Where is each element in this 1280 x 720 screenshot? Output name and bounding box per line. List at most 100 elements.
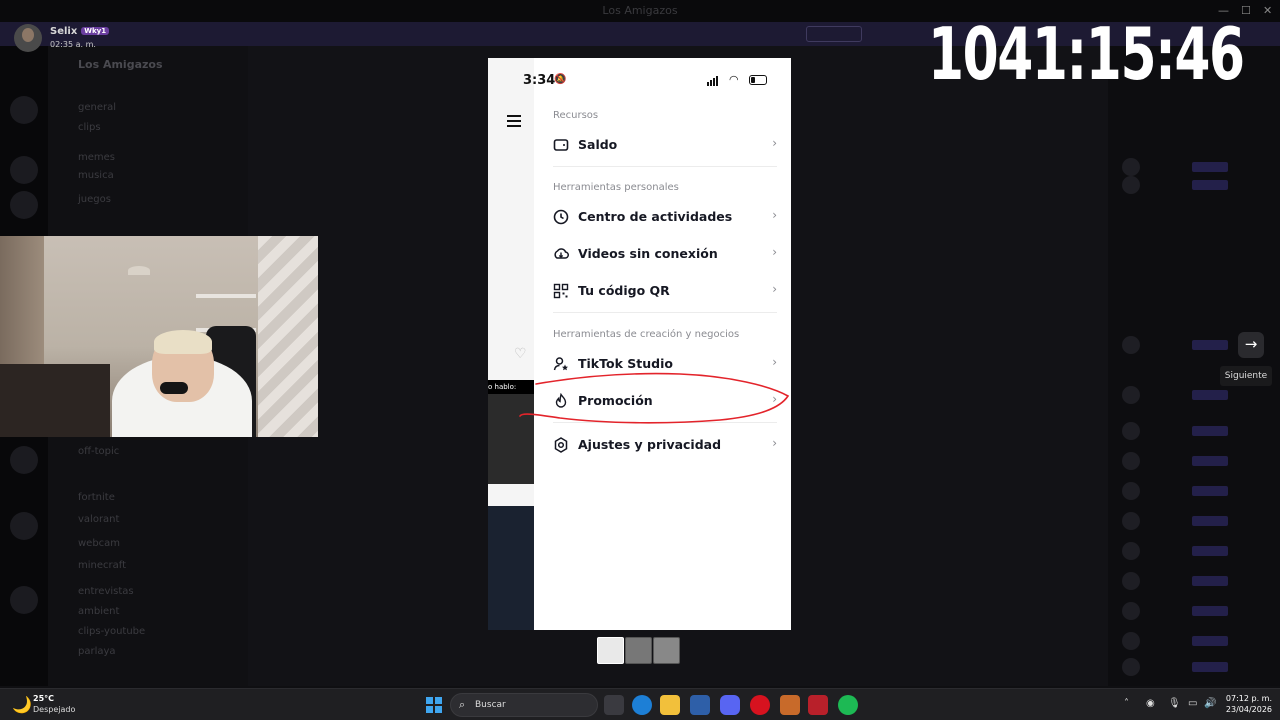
streamer-name: Selix Wky1 xyxy=(50,26,110,37)
file-explorer-icon[interactable] xyxy=(660,695,680,715)
channel-item[interactable]: musica xyxy=(78,170,114,181)
search-placeholder: Buscar xyxy=(475,700,506,710)
thumbnail-item[interactable] xyxy=(597,637,624,664)
close-icon[interactable]: ✕ xyxy=(1263,4,1272,17)
app-icon[interactable] xyxy=(808,695,828,715)
section-title: Recursos xyxy=(553,110,599,121)
clock-time: 07:12 p. m. xyxy=(1225,694,1272,703)
moon-icon[interactable]: 🌙 xyxy=(12,695,32,714)
server-icon[interactable] xyxy=(10,191,38,219)
weather-temp[interactable]: 25°C xyxy=(33,694,54,703)
banner-button[interactable] xyxy=(806,26,862,42)
server-icon[interactable] xyxy=(10,586,38,614)
flame-icon xyxy=(555,393,567,408)
weather-description[interactable]: Despejado xyxy=(33,705,75,714)
streamer-tag: Wky1 xyxy=(81,27,110,35)
video-thumbnail[interactable] xyxy=(488,506,534,630)
person-star-icon xyxy=(553,357,568,371)
next-tooltip: Siguiente xyxy=(1220,366,1272,386)
video-caption: o hablo: xyxy=(488,380,534,394)
channel-item[interactable]: juegos xyxy=(78,194,111,205)
windows-start-icon[interactable] xyxy=(426,697,442,713)
gear-icon xyxy=(554,437,568,453)
discord-icon[interactable] xyxy=(720,695,740,715)
menu-item-saldo[interactable]: Saldo › xyxy=(553,130,777,160)
taskbar: 🌙 25°C Despejado ⌕ Buscar ˄ ◉ 🎙 ▭ 🔊 07:1… xyxy=(0,688,1280,720)
section-title: Herramientas de creación y negocios xyxy=(553,329,740,340)
system-clock[interactable]: 07:12 p. m. 23/04/2026 xyxy=(1222,693,1272,715)
server-icon[interactable] xyxy=(10,512,38,540)
task-view-icon[interactable] xyxy=(604,695,624,715)
thumbnail-item[interactable] xyxy=(625,637,652,664)
clock-date: 23/04/2026 xyxy=(1225,705,1272,714)
menu-item-centro-actividades[interactable]: Centro de actividades › xyxy=(553,202,777,232)
menu-item-label: TikTok Studio xyxy=(578,356,673,371)
streamer-name-text: Selix xyxy=(50,26,78,37)
lamp-icon xyxy=(128,266,150,275)
thumbnail-item[interactable] xyxy=(653,637,680,664)
menu-item-label: Tu código QR xyxy=(578,283,670,298)
menu-item-label: Ajustes y privacidad xyxy=(578,437,722,452)
message-time: 02:35 a. m. xyxy=(50,40,96,49)
microphone-icon[interactable]: 🎙 xyxy=(1168,698,1181,709)
chevron-right-icon: › xyxy=(772,355,777,369)
menu-item-label: Saldo xyxy=(578,137,618,152)
channel-item[interactable]: memes xyxy=(78,152,115,163)
menu-item-label: Promoción xyxy=(578,393,653,408)
chevron-right-icon: › xyxy=(772,136,777,150)
opera-icon[interactable] xyxy=(750,695,770,715)
webcam-feed xyxy=(0,236,318,437)
hamburger-menu-icon[interactable] xyxy=(507,115,521,127)
taskbar-search[interactable]: ⌕ Buscar xyxy=(450,693,598,717)
image-thumbnails xyxy=(597,637,681,664)
channel-item[interactable]: webcam xyxy=(78,538,120,549)
chevron-right-icon: › xyxy=(772,245,777,259)
chevron-right-icon: › xyxy=(772,208,777,222)
channel-item[interactable]: ambient xyxy=(78,606,119,617)
arrow-right-icon: → xyxy=(1244,335,1258,353)
channel-item[interactable]: general xyxy=(78,102,116,113)
settings-menu: Recursos Saldo › Herramientas personales… xyxy=(534,58,791,630)
server-icon[interactable] xyxy=(10,446,38,474)
qr-icon xyxy=(553,283,569,299)
heart-icon[interactable]: ♡ xyxy=(514,346,527,362)
avatar xyxy=(14,24,42,52)
chevron-right-icon: › xyxy=(772,436,777,450)
channel-item[interactable]: fortnite xyxy=(78,492,115,503)
spotify-icon[interactable] xyxy=(838,695,858,715)
chevron-up-icon[interactable]: ˄ xyxy=(1124,698,1129,709)
menu-item-promocion[interactable]: Promoción › xyxy=(553,386,777,416)
menu-item-tiktok-studio[interactable]: TikTok Studio › xyxy=(553,349,777,379)
server-icon[interactable] xyxy=(10,96,38,124)
section-title: Herramientas personales xyxy=(553,182,679,193)
menu-item-label: Centro de actividades xyxy=(578,209,733,224)
video-thumbnail[interactable] xyxy=(488,394,534,484)
edge-icon[interactable] xyxy=(632,695,652,715)
channel-item[interactable]: clips-youtube xyxy=(78,626,145,637)
wallet-icon xyxy=(553,139,569,151)
store-icon[interactable] xyxy=(690,695,710,715)
clock-icon xyxy=(553,209,569,225)
menu-item-videos-sin-conexion[interactable]: Videos sin conexión › xyxy=(553,239,777,269)
menu-item-label: Videos sin conexión xyxy=(578,246,718,261)
tray-app-icon[interactable]: ◉ xyxy=(1146,698,1155,709)
phone-screenshot: ♡ o hablo: 3:34 🔕 ◠ Recursos Saldo › Her… xyxy=(488,58,791,630)
server-icon[interactable] xyxy=(10,156,38,184)
channel-item[interactable]: clips xyxy=(78,122,101,133)
server-name[interactable]: Los Amigazos xyxy=(78,58,163,71)
app-icon[interactable] xyxy=(780,695,800,715)
volume-icon[interactable]: 🔊 xyxy=(1204,698,1216,709)
channel-item[interactable]: entrevistas xyxy=(78,586,134,597)
chevron-right-icon: › xyxy=(772,282,777,296)
stream-timer: 1041:15:46 xyxy=(928,12,1245,96)
next-button[interactable]: → xyxy=(1238,332,1264,358)
network-icon[interactable]: ▭ xyxy=(1188,698,1197,709)
menu-item-codigo-qr[interactable]: Tu código QR › xyxy=(553,276,777,306)
channel-item[interactable]: off-topic xyxy=(78,446,119,457)
channel-item[interactable]: minecraft xyxy=(78,560,126,571)
channel-item[interactable]: valorant xyxy=(78,514,119,525)
menu-item-ajustes-privacidad[interactable]: Ajustes y privacidad › xyxy=(553,430,777,460)
channel-item[interactable]: parlaya xyxy=(78,646,116,657)
profile-preview: ♡ o hablo: xyxy=(488,58,534,630)
download-icon xyxy=(554,248,569,259)
